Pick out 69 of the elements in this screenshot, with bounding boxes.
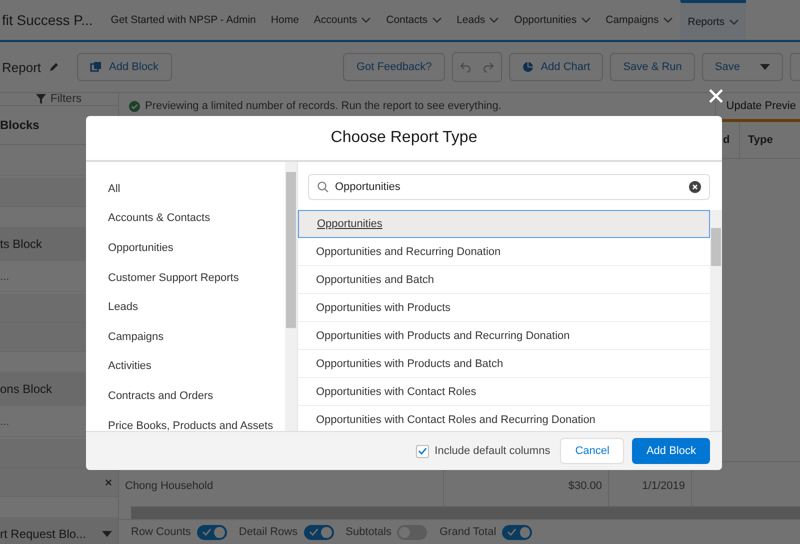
toggle-switch[interactable] [196, 524, 227, 540]
block-header[interactable]: rt Request Blo... [0, 517, 118, 544]
report-type-item[interactable]: Opportunities with Products and Batch [298, 350, 710, 378]
check-icon [202, 528, 212, 536]
save-button[interactable]: Save [702, 53, 783, 81]
chevron-icon[interactable] [361, 17, 372, 23]
close-icon[interactable] [105, 478, 112, 486]
report-type-item[interactable]: Opportunities [298, 210, 710, 238]
category-item[interactable]: All [108, 174, 285, 204]
nav-tab[interactable]: Home [262, 0, 306, 40]
nav-tab[interactable]: Opportunities [506, 0, 598, 40]
category-item[interactable]: Leads [108, 292, 285, 322]
checkbox[interactable] [416, 444, 429, 458]
section-title: Blocks [0, 118, 40, 132]
pencil-icon[interactable] [48, 61, 60, 73]
blocks-icon [90, 61, 102, 73]
report-type-item[interactable]: Opportunities with Contact Roles [298, 378, 710, 406]
chevron-icon[interactable] [432, 17, 442, 23]
toggle-switch[interactable] [502, 524, 532, 540]
nav-tab[interactable]: Get Started with NPSP - Admin [102, 0, 263, 40]
vertical-scrollbar[interactable] [710, 210, 722, 431]
horizontal-scrollbar[interactable] [131, 506, 800, 519]
report-type-item[interactable]: Opportunities with Products and Recurring Donation [298, 322, 710, 350]
caret-icon [760, 64, 770, 70]
nav-tab[interactable]: Leads [448, 0, 506, 40]
add-block-button[interactable]: Add Block [632, 438, 710, 464]
chevron-icon[interactable] [662, 17, 673, 23]
app-name: fit Success P... [2, 12, 94, 28]
cancel-button[interactable]: Cancel [560, 438, 624, 464]
toggle-label: Grand Total [439, 526, 496, 538]
checkbox-label: Include default columns [434, 445, 550, 457]
add-chart-button[interactable]: Add Chart [508, 53, 604, 81]
toggle-label: Subtotals [346, 526, 392, 538]
category-item[interactable]: Campaigns [108, 322, 285, 352]
toggle-label: Detail Rows [238, 526, 298, 538]
feedback-button[interactable]: Got Feedback? [343, 53, 445, 81]
column-header[interactable]: Type [739, 122, 800, 158]
toggle-label: Row Counts [131, 526, 191, 538]
nav-tab[interactable]: Reports [680, 0, 746, 40]
chart-icon [522, 61, 534, 73]
field-pill[interactable] [0, 468, 118, 497]
add-block-button[interactable]: Add Block [77, 53, 172, 81]
nav-tab[interactable]: Campaigns [598, 0, 680, 40]
clear-icon[interactable] [689, 181, 701, 193]
redo-icon[interactable] [482, 61, 494, 73]
filters-tab[interactable]: Filters [0, 93, 118, 106]
vertical-scrollbar[interactable] [285, 162, 297, 431]
chevron-icon[interactable] [728, 18, 739, 24]
nav-tab[interactable]: Contacts [378, 0, 449, 40]
search-icon [317, 181, 329, 193]
search-field[interactable]: Opportunities [308, 174, 710, 200]
chevron-icon[interactable] [580, 17, 591, 23]
column-header[interactable]: d [719, 122, 739, 158]
filters-label[interactable]: Filters [50, 93, 82, 105]
save-run-button[interactable]: Save & Run [610, 53, 695, 81]
check-icon [507, 528, 517, 536]
report-title: Report [2, 60, 42, 74]
report-type-item[interactable]: Opportunities and Recurring Donation [298, 238, 710, 266]
dialog-title: Choose Report Type [330, 129, 478, 147]
check-icon [308, 528, 318, 536]
report-type-item[interactable]: Opportunities with Products [298, 294, 710, 322]
chevron-icon[interactable] [489, 17, 500, 23]
undo-icon[interactable] [460, 61, 472, 73]
caret-icon[interactable] [102, 531, 112, 537]
report-type-item[interactable]: Opportunities and Batch [298, 266, 710, 294]
banner-message: Previewing a limited number of records. Run the report to see everything. [145, 100, 502, 112]
toggle-switch[interactable] [304, 524, 334, 540]
success-icon [129, 100, 140, 112]
nav-tab[interactable]: Accounts [306, 0, 378, 40]
